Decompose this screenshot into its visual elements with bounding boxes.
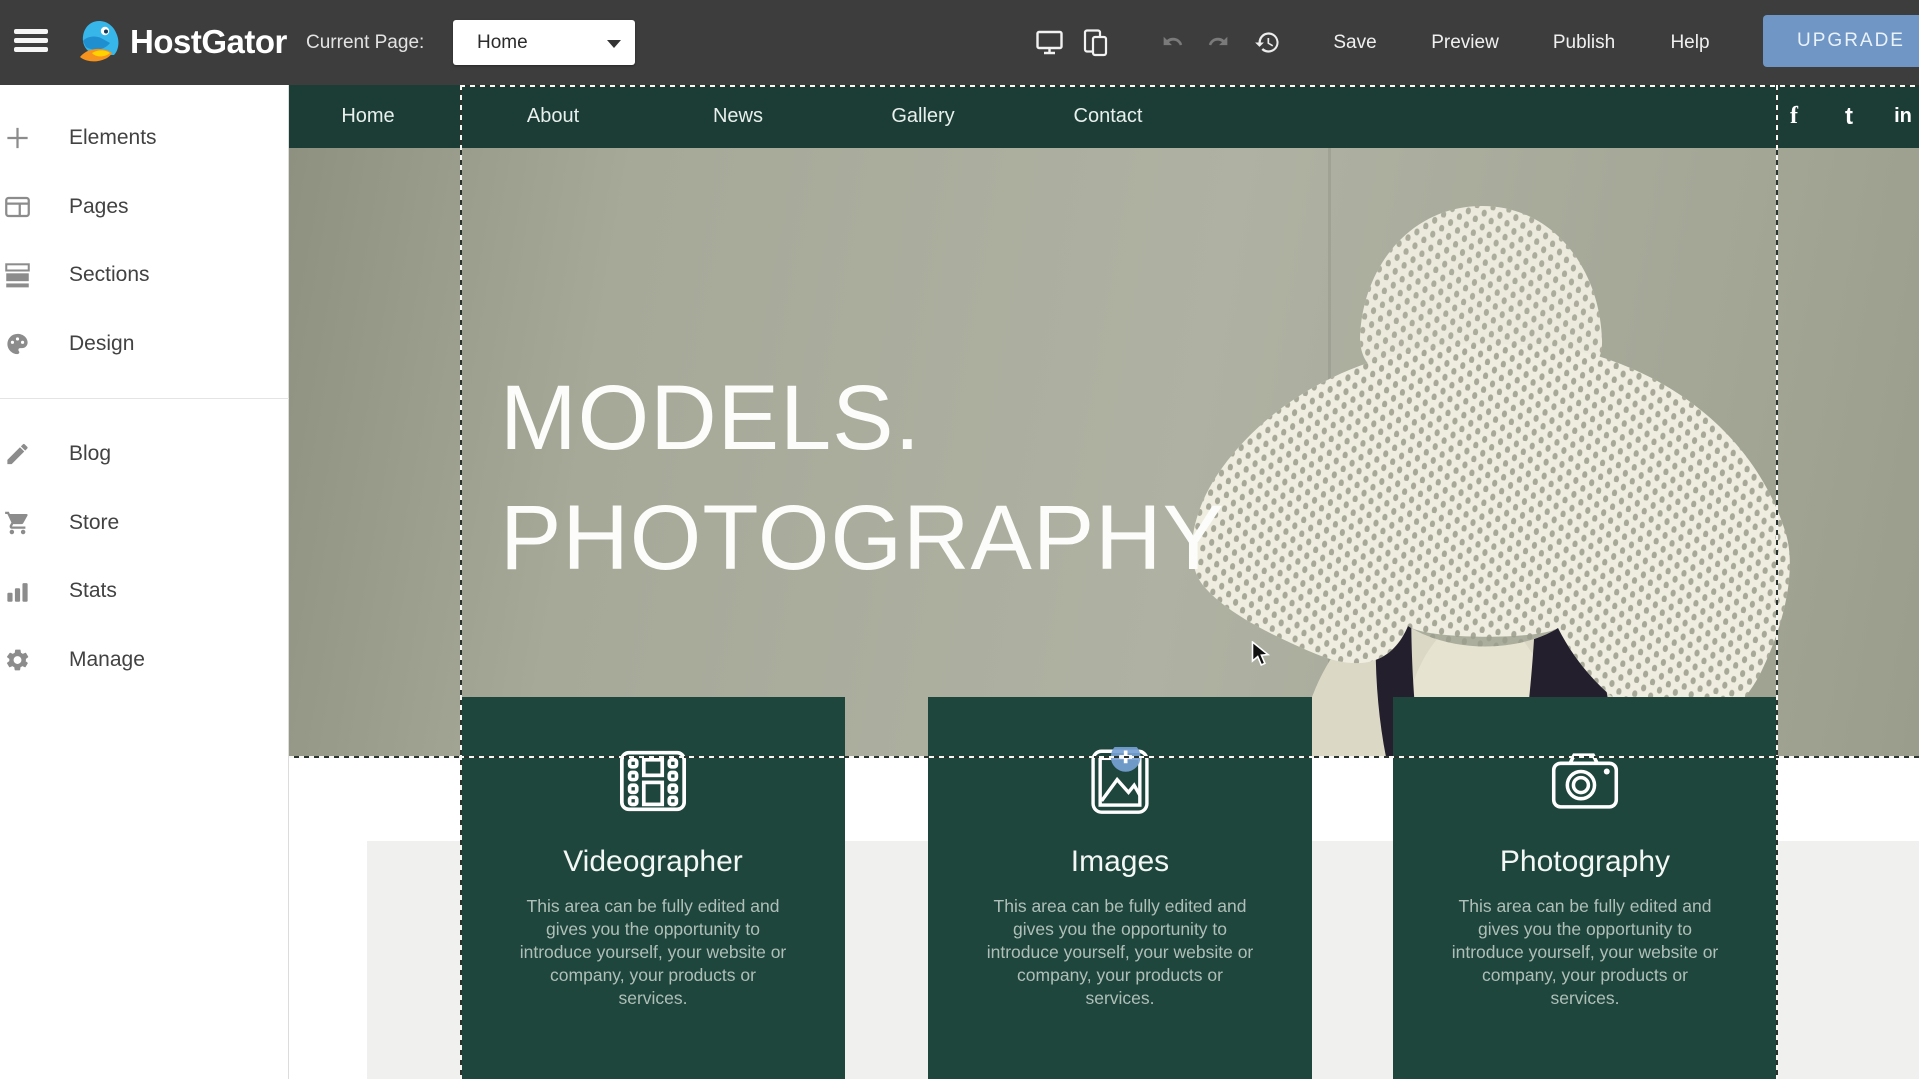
sidebar-item-label: Manage [69, 648, 145, 672]
editor-sidebar: Elements Pages Sections Design Blog [0, 85, 289, 1079]
desktop-preview-icon[interactable] [1036, 0, 1063, 85]
plus-icon [4, 125, 31, 152]
card-images[interactable]: Images This area can be fully edited and… [928, 697, 1312, 1079]
film-icon [619, 747, 687, 815]
card-body: This area can be fully edited and gives … [517, 895, 789, 1010]
card-title: Videographer [461, 845, 845, 879]
pages-icon [4, 194, 31, 221]
linkedin-icon[interactable]: in [1894, 85, 1912, 148]
palette-icon [4, 331, 31, 358]
sidebar-item-label: Sections [69, 263, 150, 287]
hero-photo-model [1150, 148, 1919, 757]
hero-heading[interactable]: MODELS. PHOTOGRAPHY [500, 358, 1225, 598]
site-nav-home[interactable]: Home [341, 85, 394, 148]
cart-icon [4, 510, 31, 537]
site-navbar: Home About News Gallery Contact f t in [289, 85, 1919, 148]
sidebar-item-label: Design [69, 332, 134, 356]
hostgator-logo: HostGator [74, 15, 287, 69]
card-title: Images [928, 845, 1312, 879]
hero-heading-line1: MODELS. [500, 358, 1225, 478]
facebook-icon[interactable]: f [1790, 85, 1798, 148]
site-nav-news[interactable]: News [713, 85, 763, 148]
sidebar-item-elements[interactable]: Elements [0, 116, 289, 160]
preview-button[interactable]: Preview [1431, 0, 1499, 85]
sidebar-item-pages[interactable]: Pages [0, 185, 289, 229]
page-dropdown-value: Home [477, 32, 528, 54]
bar-chart-icon [4, 578, 31, 605]
page-dropdown[interactable]: Home [453, 20, 635, 65]
hero-heading-line2: PHOTOGRAPHY [500, 478, 1225, 598]
hero-section: MODELS. PHOTOGRAPHY [289, 148, 1919, 757]
twitter-icon[interactable]: t [1845, 85, 1853, 148]
sidebar-item-store[interactable]: Store [0, 501, 289, 545]
sidebar-item-blog[interactable]: Blog [0, 432, 289, 476]
site-nav-gallery[interactable]: Gallery [891, 85, 954, 148]
site-nav-contact[interactable]: Contact [1074, 85, 1143, 148]
sidebar-item-sections[interactable]: Sections [0, 253, 289, 297]
sections-icon [4, 262, 31, 289]
brand-wordmark: HostGator [130, 23, 287, 61]
card-videographer[interactable]: Videographer This area can be fully edit… [461, 697, 845, 1079]
publish-button[interactable]: Publish [1553, 0, 1615, 85]
sidebar-item-label: Pages [69, 195, 129, 219]
upgrade-button[interactable]: UPGRADE [1763, 15, 1919, 67]
sidebar-item-label: Elements [69, 126, 157, 150]
card-photography[interactable]: Photography This area can be fully edite… [1393, 697, 1777, 1079]
card-body: This area can be fully edited and gives … [1449, 895, 1721, 1010]
gear-icon [4, 647, 31, 674]
camera-icon [1551, 747, 1619, 815]
chevron-down-icon [607, 40, 621, 48]
pencil-icon [4, 441, 31, 468]
site-nav-about[interactable]: About [527, 85, 579, 148]
gator-mascot-icon [74, 17, 124, 67]
save-button[interactable]: Save [1333, 0, 1376, 85]
card-title: Photography [1393, 845, 1777, 879]
sidebar-divider [0, 398, 289, 399]
redo-icon[interactable] [1206, 0, 1231, 85]
hostgator-builder-window: HostGator Current Page: Home Save Previe… [0, 0, 1919, 1079]
sidebar-item-stats[interactable]: Stats [0, 569, 289, 613]
image-plus-icon [1086, 747, 1154, 815]
site-preview-canvas: Home About News Gallery Contact f t in [289, 85, 1919, 1079]
menu-icon[interactable] [14, 29, 48, 53]
card-body: This area can be fully edited and gives … [984, 895, 1256, 1010]
help-button[interactable]: Help [1670, 0, 1709, 85]
sidebar-item-label: Blog [69, 442, 111, 466]
mobile-preview-icon[interactable] [1082, 0, 1111, 85]
sidebar-item-label: Store [69, 511, 119, 535]
sidebar-item-design[interactable]: Design [0, 322, 289, 366]
sidebar-item-label: Stats [69, 579, 117, 603]
top-toolbar: HostGator Current Page: Home Save Previe… [0, 0, 1919, 85]
current-page-label: Current Page: [306, 0, 424, 85]
sidebar-item-manage[interactable]: Manage [0, 638, 289, 682]
history-icon[interactable] [1254, 0, 1281, 85]
undo-icon[interactable] [1160, 0, 1185, 85]
